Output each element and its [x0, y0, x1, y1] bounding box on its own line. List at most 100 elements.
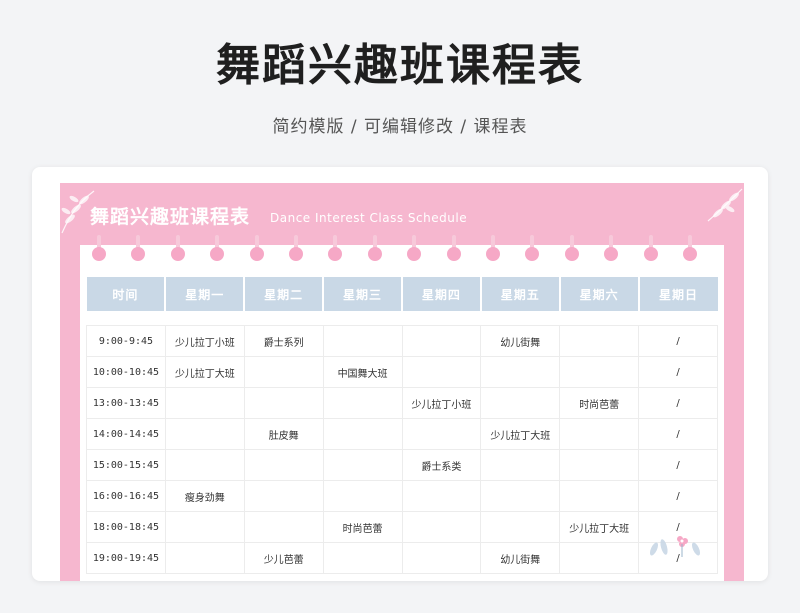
binder-ring-icon [249, 235, 264, 261]
class-cell[interactable] [243, 387, 324, 419]
class-cell[interactable]: 肚皮舞 [243, 418, 324, 450]
table-body: 9:00-9:45 少儿拉丁小班 爵士系列 幼儿街舞/10:00-10:45 少儿拉丁大… [86, 311, 718, 574]
column-header: 星期五 [480, 277, 561, 311]
column-header: 星期六 [559, 277, 640, 311]
time-cell[interactable]: 13:00-13:45 [86, 387, 166, 419]
class-cell[interactable] [322, 542, 403, 574]
class-cell[interactable]: 幼儿街舞 [480, 325, 561, 357]
sheet-title: 舞蹈兴趣班课程表 [90, 206, 251, 228]
binder-ring-icon [407, 235, 422, 261]
class-cell[interactable] [164, 418, 245, 450]
table-row: 16:00-16:45 瘦身劲舞 / [86, 480, 718, 512]
class-cell[interactable] [243, 480, 324, 512]
class-cell[interactable] [559, 325, 640, 357]
class-cell[interactable] [559, 356, 640, 388]
class-cell[interactable]: 幼儿街舞 [480, 542, 561, 574]
class-cell[interactable] [480, 480, 561, 512]
class-cell[interactable]: 中国舞大班 [322, 356, 403, 388]
class-cell[interactable] [480, 387, 561, 419]
class-cell[interactable] [480, 356, 561, 388]
class-cell[interactable]: 时尚芭蕾 [559, 387, 640, 419]
class-cell[interactable]: 少儿拉丁大班 [480, 418, 561, 450]
class-cell[interactable]: 少儿拉丁大班 [559, 511, 640, 543]
class-cell[interactable]: 少儿拉丁小班 [164, 325, 245, 357]
table-row: 19:00-19:45 少儿芭蕾 幼儿街舞 / [86, 542, 718, 574]
binder-ring-icon [683, 235, 697, 261]
class-cell[interactable]: 少儿拉丁大班 [164, 356, 245, 388]
class-cell[interactable] [164, 542, 245, 574]
column-header: 星期一 [165, 277, 246, 311]
class-cell[interactable] [164, 511, 245, 543]
class-cell[interactable]: / [638, 387, 718, 419]
column-header: 星期四 [402, 277, 482, 311]
class-cell[interactable] [322, 387, 403, 419]
binder-ring-icon [486, 235, 500, 261]
binder-ring-icon [210, 235, 225, 261]
class-cell[interactable] [322, 480, 403, 512]
binder-ring-icon [604, 235, 619, 261]
class-cell[interactable] [401, 480, 482, 512]
class-cell[interactable]: / [638, 418, 718, 450]
class-cell[interactable]: 爵士系列 [243, 325, 324, 357]
class-cell[interactable] [401, 418, 482, 450]
class-cell[interactable] [243, 449, 324, 481]
time-cell[interactable]: 10:00-10:45 [86, 356, 166, 388]
class-cell[interactable]: 瘦身劲舞 [164, 480, 245, 512]
binder-ring-icon [446, 235, 461, 261]
class-cell[interactable] [480, 511, 561, 543]
schedule-sheet: 舞蹈兴趣班课程表 Dance Interest Class Schedule 时… [60, 183, 744, 581]
binder-ring-icon [328, 235, 343, 261]
class-cell[interactable] [401, 542, 482, 574]
class-cell[interactable] [559, 480, 640, 512]
class-cell[interactable] [322, 325, 403, 357]
class-cell[interactable] [559, 542, 640, 574]
header-spacer [87, 311, 718, 326]
class-cell[interactable]: 时尚芭蕾 [322, 511, 403, 543]
leaf-decoration-right-icon [707, 188, 743, 222]
table-row: 15:00-15:45 爵士系类 / [86, 449, 718, 481]
class-cell[interactable] [401, 511, 482, 543]
time-cell[interactable]: 18:00-18:45 [86, 511, 166, 543]
class-cell[interactable]: / [638, 449, 718, 481]
class-cell[interactable]: / [638, 325, 718, 357]
class-cell[interactable]: 少儿拉丁小班 [401, 387, 482, 419]
class-cell[interactable] [322, 449, 403, 481]
binder-ring-icon [289, 235, 303, 261]
time-cell[interactable]: 19:00-19:45 [86, 542, 166, 574]
binder-ring-icon [92, 235, 106, 261]
page-title: 舞蹈兴趣班课程表 [216, 40, 584, 91]
class-cell[interactable] [164, 449, 245, 481]
class-cell[interactable] [559, 449, 640, 481]
table-row: 14:00-14:45 肚皮舞 少儿拉丁大班 / [86, 418, 718, 450]
table-header-row: 时间 星期一 星期二 星期三 星期四 星期五 星期六 星期日 [86, 277, 718, 311]
class-cell[interactable] [480, 449, 561, 481]
time-cell[interactable]: 14:00-14:45 [86, 418, 166, 450]
class-cell[interactable]: / [638, 480, 718, 512]
class-cell[interactable] [243, 511, 324, 543]
time-cell[interactable]: 16:00-16:45 [86, 480, 166, 512]
class-cell[interactable] [401, 325, 482, 357]
binder-ring-icon [170, 235, 185, 261]
class-cell[interactable]: 少儿芭蕾 [243, 542, 324, 574]
column-header: 时间 [86, 277, 167, 311]
class-cell[interactable] [322, 418, 403, 450]
class-cell[interactable] [164, 387, 245, 419]
class-cell[interactable] [559, 418, 640, 450]
time-cell[interactable]: 15:00-15:45 [86, 449, 166, 481]
time-cell[interactable]: 9:00-9:45 [86, 325, 166, 357]
flower-decoration-icon [649, 536, 701, 557]
class-cell[interactable] [243, 356, 324, 388]
class-cell[interactable] [401, 356, 482, 388]
column-header: 星期三 [323, 277, 403, 311]
sheet-subtitle: Dance Interest Class Schedule [270, 211, 468, 225]
schedule-paper: 时间 星期一 星期二 星期三 星期四 星期五 星期六 星期日 9:00-9:45 少儿拉丁小班爵… [80, 245, 724, 581]
class-cell[interactable]: 爵士系类 [401, 449, 482, 481]
page-subtitle: 简约模版 / 可编辑修改 / 课程表 [272, 117, 528, 137]
schedule-table: 时间 星期一 星期二 星期三 星期四 星期五 星期六 星期日 9:00-9:45 少儿拉丁小班爵… [86, 277, 718, 574]
binder-ring-icon [525, 235, 540, 261]
class-cell[interactable]: / [638, 356, 718, 388]
table-row: 9:00-9:45 少儿拉丁小班 爵士系列 幼儿街舞 / [86, 325, 718, 357]
table-row: 18:00-18:45 时尚芭蕾 少儿拉丁大班 / [86, 511, 718, 543]
column-header: 星期日 [638, 277, 718, 311]
column-header: 星期二 [244, 277, 325, 311]
